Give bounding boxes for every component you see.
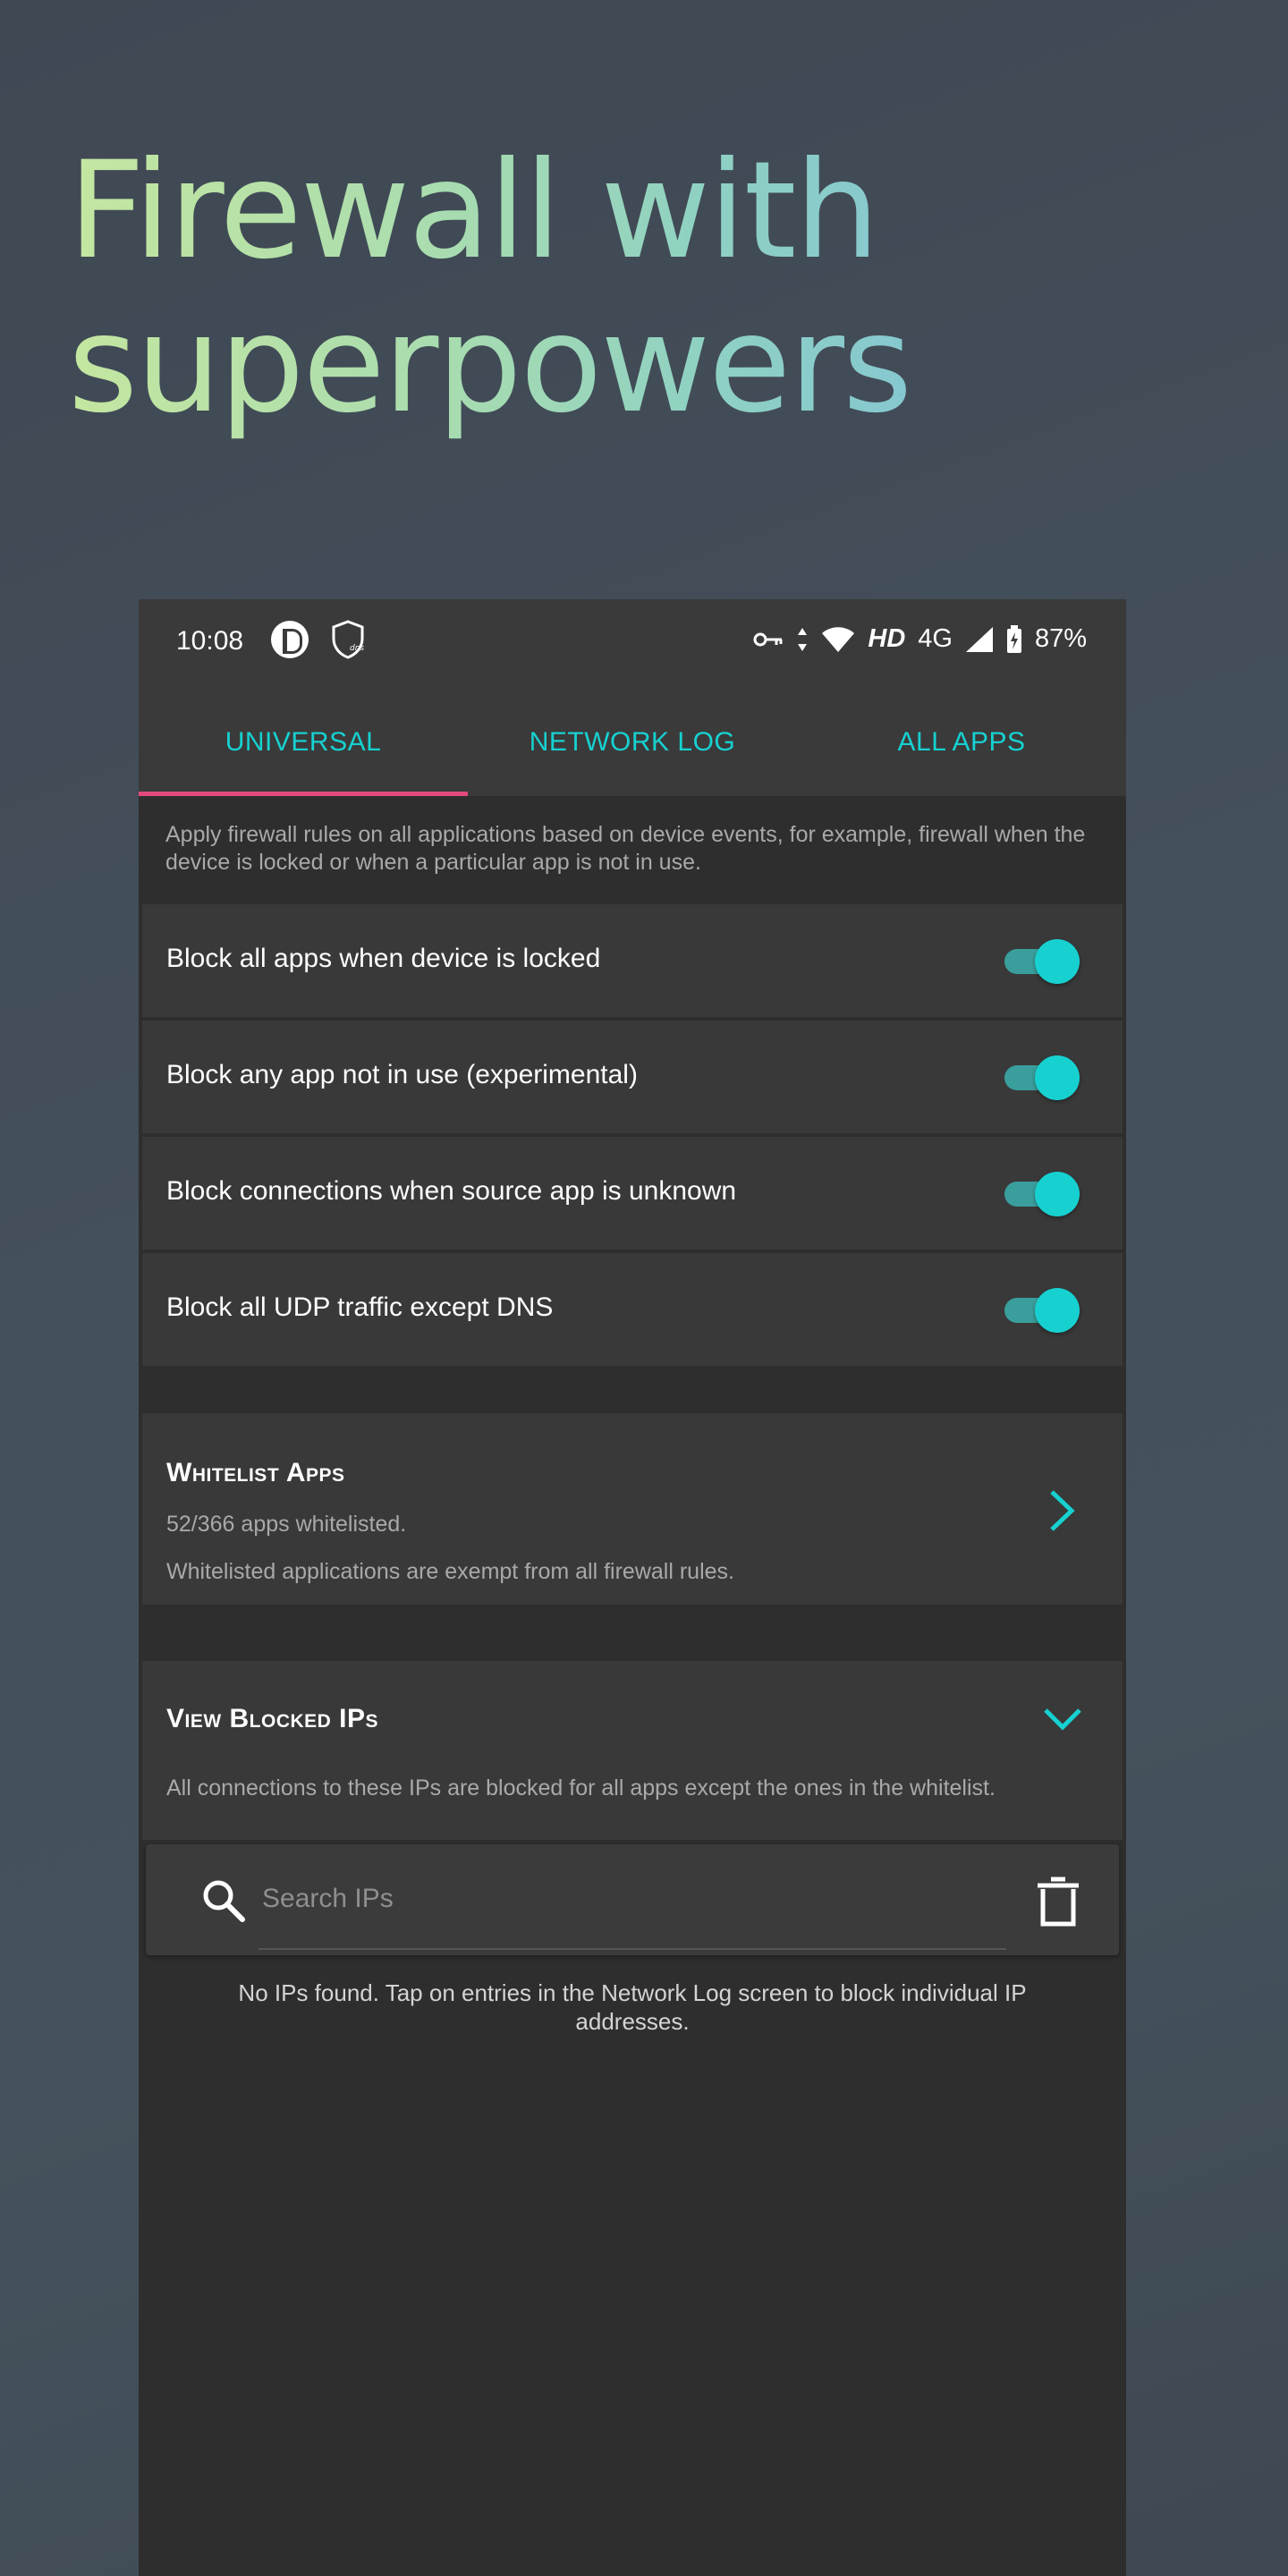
search-icon[interactable] bbox=[199, 1877, 248, 1925]
phone-screen: 10:08 dns HD 4G 87% UNIVERSAL NETWORK LO… bbox=[139, 599, 1126, 2576]
app-notification-icon bbox=[271, 621, 309, 658]
svg-text:dns: dns bbox=[350, 644, 364, 653]
signal-icon bbox=[965, 626, 993, 652]
no-ips-message: No IPs found. Tap on entries in the Netw… bbox=[238, 1979, 1027, 2035]
toggle-label: Block any app not in use (experimental) bbox=[166, 1060, 638, 1089]
toggle-row-block-not-in-use[interactable]: Block any app not in use (experimental) bbox=[142, 1021, 1123, 1133]
whitelist-count: 52/366 apps whitelisted. bbox=[166, 1512, 407, 1537]
search-ips-bar bbox=[146, 1844, 1119, 1955]
block-udp-switch[interactable] bbox=[1004, 1288, 1080, 1333]
tab-all-apps[interactable]: ALL APPS bbox=[797, 689, 1126, 796]
whitelist-title: Whitelist Apps bbox=[166, 1458, 345, 1487]
toggle-row-block-unknown-source[interactable]: Block connections when source app is unk… bbox=[142, 1137, 1123, 1250]
blocked-ips-title: View Blocked IPs bbox=[166, 1704, 379, 1733]
network-type-label: 4G bbox=[918, 624, 953, 653]
whitelist-apps-card[interactable]: Whitelist Apps 52/366 apps whitelisted. … bbox=[142, 1413, 1123, 1605]
search-ips-input[interactable] bbox=[260, 1871, 997, 1927]
whitelist-description: Whitelisted applications are exempt from… bbox=[166, 1559, 734, 1584]
tab-network-log[interactable]: NETWORK LOG bbox=[468, 689, 797, 796]
data-arrows-icon bbox=[798, 627, 808, 651]
headline-line-2: superpowers bbox=[68, 287, 911, 443]
block-when-locked-switch[interactable] bbox=[1004, 939, 1080, 984]
toggle-row-block-when-locked[interactable]: Block all apps when device is locked bbox=[142, 904, 1123, 1017]
toggle-row-block-udp[interactable]: Block all UDP traffic except DNS bbox=[142, 1253, 1123, 1366]
block-not-in-use-switch[interactable] bbox=[1004, 1055, 1080, 1100]
chevron-down-icon[interactable] bbox=[1042, 1706, 1083, 1733]
tab-universal[interactable]: UNIVERSAL bbox=[139, 689, 468, 796]
headline-line-1: Firewall with bbox=[68, 133, 878, 289]
search-underline bbox=[258, 1948, 1006, 1950]
view-blocked-ips-card[interactable]: View Blocked IPs All connections to thes… bbox=[142, 1661, 1123, 1840]
promo-headline: Firewall with superpowers bbox=[68, 134, 911, 442]
battery-charging-icon bbox=[1006, 624, 1021, 653]
vpn-key-icon bbox=[753, 632, 783, 646]
toggle-label: Block all apps when device is locked bbox=[166, 944, 601, 973]
toggle-label: Block all UDP traffic except DNS bbox=[166, 1292, 554, 1322]
universal-intro-text: Apply firewall rules on all applications… bbox=[139, 796, 1126, 907]
block-unknown-source-switch[interactable] bbox=[1004, 1172, 1080, 1216]
status-bar: 10:08 dns HD 4G 87% bbox=[139, 599, 1126, 689]
shield-dns-icon: dns bbox=[332, 620, 364, 659]
tab-bar: UNIVERSAL NETWORK LOG ALL APPS bbox=[139, 689, 1126, 796]
battery-percent: 87% bbox=[1034, 624, 1087, 653]
delete-icon[interactable] bbox=[1035, 1877, 1081, 1927]
blocked-ips-description: All connections to these IPs are blocked… bbox=[166, 1775, 996, 1801]
wifi-icon bbox=[822, 626, 855, 652]
status-time: 10:08 bbox=[176, 626, 244, 656]
network-hd-label: HD bbox=[868, 624, 906, 653]
chevron-right-icon[interactable] bbox=[1047, 1488, 1076, 1533]
status-right-cluster: HD 4G 87% bbox=[753, 624, 1087, 654]
toggle-label: Block connections when source app is unk… bbox=[166, 1176, 737, 1206]
